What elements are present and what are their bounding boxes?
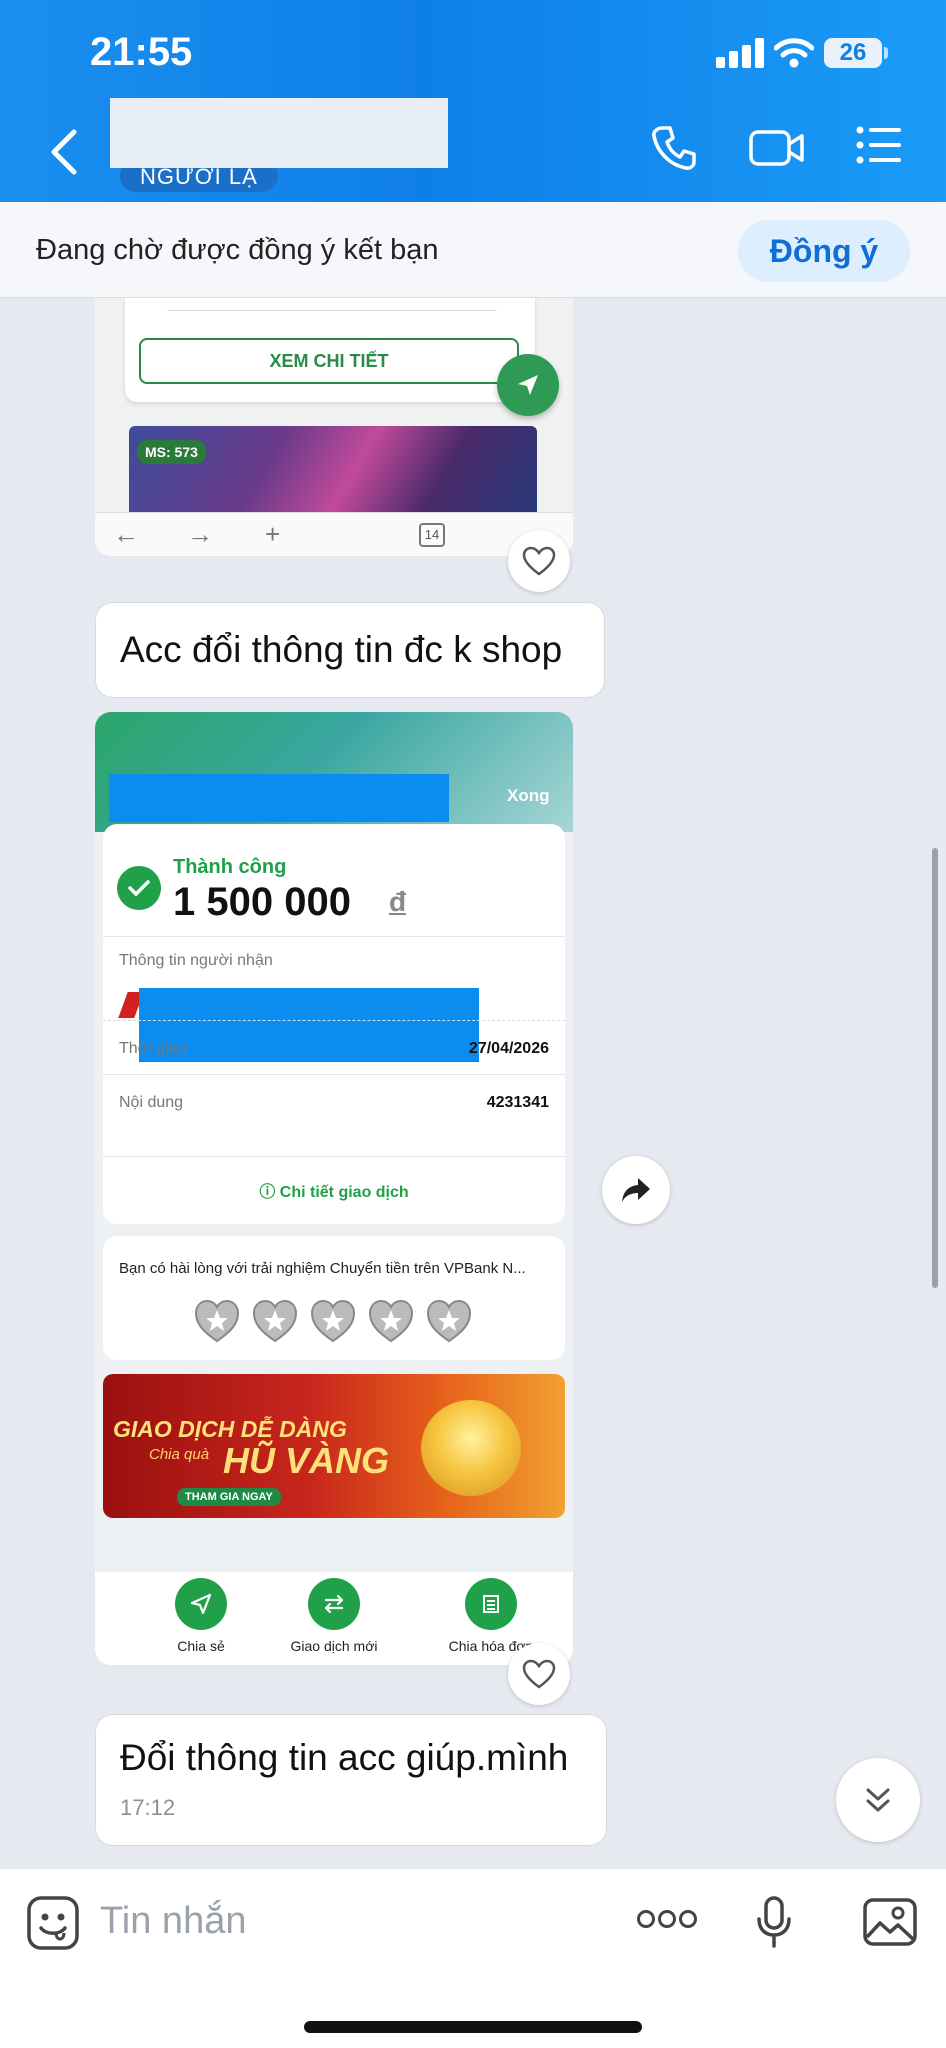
star-heart-icon <box>426 1299 472 1343</box>
back-icon[interactable] <box>44 124 84 180</box>
status-time: 21:55 <box>90 30 193 74</box>
battery-icon: 26 <box>824 38 882 68</box>
star-heart-icon <box>194 1299 240 1343</box>
arrow-left-icon: ← <box>113 519 139 549</box>
send-icon <box>497 354 559 416</box>
tabs-count: 14 <box>419 523 445 547</box>
wifi-icon <box>774 38 814 68</box>
game-account-banner: MS: 573 <box>129 426 537 512</box>
emoji-sticker-icon[interactable] <box>26 1895 80 1951</box>
divider <box>103 1156 565 1157</box>
friend-request-text: Đang chờ được đồng ý kết bạn <box>36 234 439 266</box>
bill-icon <box>465 1578 517 1630</box>
transaction-detail-link: ⓘ Chi tiết giao dịch <box>259 1184 409 1201</box>
heart-reaction-icon[interactable] <box>508 530 570 592</box>
text-message[interactable]: Đổi thông tin acc giúp.mình 17:12 <box>95 1714 607 1846</box>
image-picker-icon[interactable] <box>862 1897 918 1947</box>
promo-banner: GIAO DỊCH DỄ DÀNG Chia quà HŨ VÀNG THAM … <box>103 1374 565 1518</box>
satisfaction-survey: Bạn có hài lòng với trải nghiệm Chuyển t… <box>103 1236 565 1360</box>
plus-icon: + <box>265 519 281 549</box>
view-detail-button: XEM CHI TIẾT <box>139 338 519 384</box>
contact-name-redacted <box>110 98 448 168</box>
promo-line2: Chia quà <box>149 1446 210 1463</box>
time-value: 27/04/2026 <box>468 1040 549 1057</box>
message-time: 17:12 <box>120 1795 176 1820</box>
new-transaction-action: Giao dịch mới <box>264 1578 404 1654</box>
heart-reaction-icon[interactable] <box>508 1643 570 1705</box>
time-label: Thời gian <box>119 1040 187 1057</box>
more-options-icon[interactable] <box>636 1909 698 1929</box>
currency-symbol: đ <box>389 886 407 917</box>
redacted-recipient <box>139 988 479 1062</box>
content-label: Nội dung <box>119 1094 184 1111</box>
product-card: XEM CHI TIẾT <box>125 298 535 402</box>
divider <box>103 1074 565 1075</box>
redacted-area <box>109 774 449 822</box>
chat-header: 21:55 26 NGƯỜI LẠ <box>0 0 946 202</box>
image-message-game-page[interactable]: XEM CHI TIẾT MS: 573 ← → + 14 <box>95 298 573 556</box>
ms-badge: MS: 573 <box>137 440 206 464</box>
promo-line3: HŨ VÀNG <box>223 1440 390 1481</box>
gold-jar-image <box>421 1400 521 1496</box>
star-heart-icon <box>252 1299 298 1343</box>
divider <box>167 310 497 311</box>
promo-line1: GIAO DỊCH DỄ DÀNG <box>113 1416 347 1442</box>
star-heart-icon <box>368 1299 414 1343</box>
receipt-actions: Chia sẻ Giao dịch mới Chia hóa đơn <box>95 1572 573 1665</box>
transfer-result-card: Thành công 1 500 000 đ Thông tin người n… <box>103 824 565 1224</box>
dashed-divider <box>103 1020 565 1021</box>
message-input[interactable] <box>100 1891 600 1951</box>
phone-icon[interactable] <box>650 124 698 172</box>
home-indicator <box>304 2021 642 2033</box>
divider <box>103 936 565 937</box>
promo-join-button: THAM GIA NGAY <box>177 1488 281 1506</box>
text-message[interactable]: Acc đổi thông tin đc k shop <box>95 602 605 698</box>
transaction-detail-label: Chi tiết giao dịch <box>279 1184 409 1201</box>
battery-tip <box>884 47 888 59</box>
message-text: Đổi thông tin acc giúp.mình <box>120 1737 569 1778</box>
accept-friend-button[interactable]: Đồng ý <box>738 220 910 282</box>
friend-request-bar: Đang chờ được đồng ý kết bạn Đồng ý <box>0 202 946 298</box>
survey-question: Bạn có hài lòng với trải nghiệm Chuyển t… <box>119 1260 526 1277</box>
microphone-icon[interactable] <box>756 1895 792 1949</box>
image-message-transfer-receipt[interactable]: Xong Thành công 1 500 000 đ Thông tin ng… <box>95 712 573 1665</box>
action-label: Chia sẻ <box>177 1638 225 1654</box>
signal-icon <box>716 38 764 68</box>
rating-stars <box>193 1298 473 1344</box>
share-action: Chia sẻ <box>131 1578 271 1654</box>
message-text: Acc đổi thông tin đc k shop <box>120 629 563 670</box>
check-icon <box>117 866 161 910</box>
recipient-label: Thông tin người nhận <box>119 952 273 969</box>
star-heart-icon <box>310 1299 356 1343</box>
message-input-bar <box>0 1868 946 2048</box>
swap-icon <box>308 1578 360 1630</box>
scroll-to-bottom-icon[interactable] <box>836 1758 920 1842</box>
forward-share-icon[interactable] <box>602 1156 670 1224</box>
transfer-amount: 1 500 000 <box>173 880 351 924</box>
done-button: Xong <box>507 786 550 805</box>
video-call-icon[interactable] <box>748 124 806 172</box>
arrow-right-icon: → <box>187 519 213 549</box>
transfer-status: Thành công <box>173 856 287 878</box>
action-label: Giao dịch mới <box>290 1638 378 1654</box>
send-icon <box>175 1578 227 1630</box>
scrollbar[interactable] <box>932 848 938 1288</box>
menu-list-icon[interactable] <box>856 124 902 166</box>
content-value: 4231341 <box>486 1094 549 1111</box>
browser-toolbar: ← → + 14 <box>95 512 573 556</box>
